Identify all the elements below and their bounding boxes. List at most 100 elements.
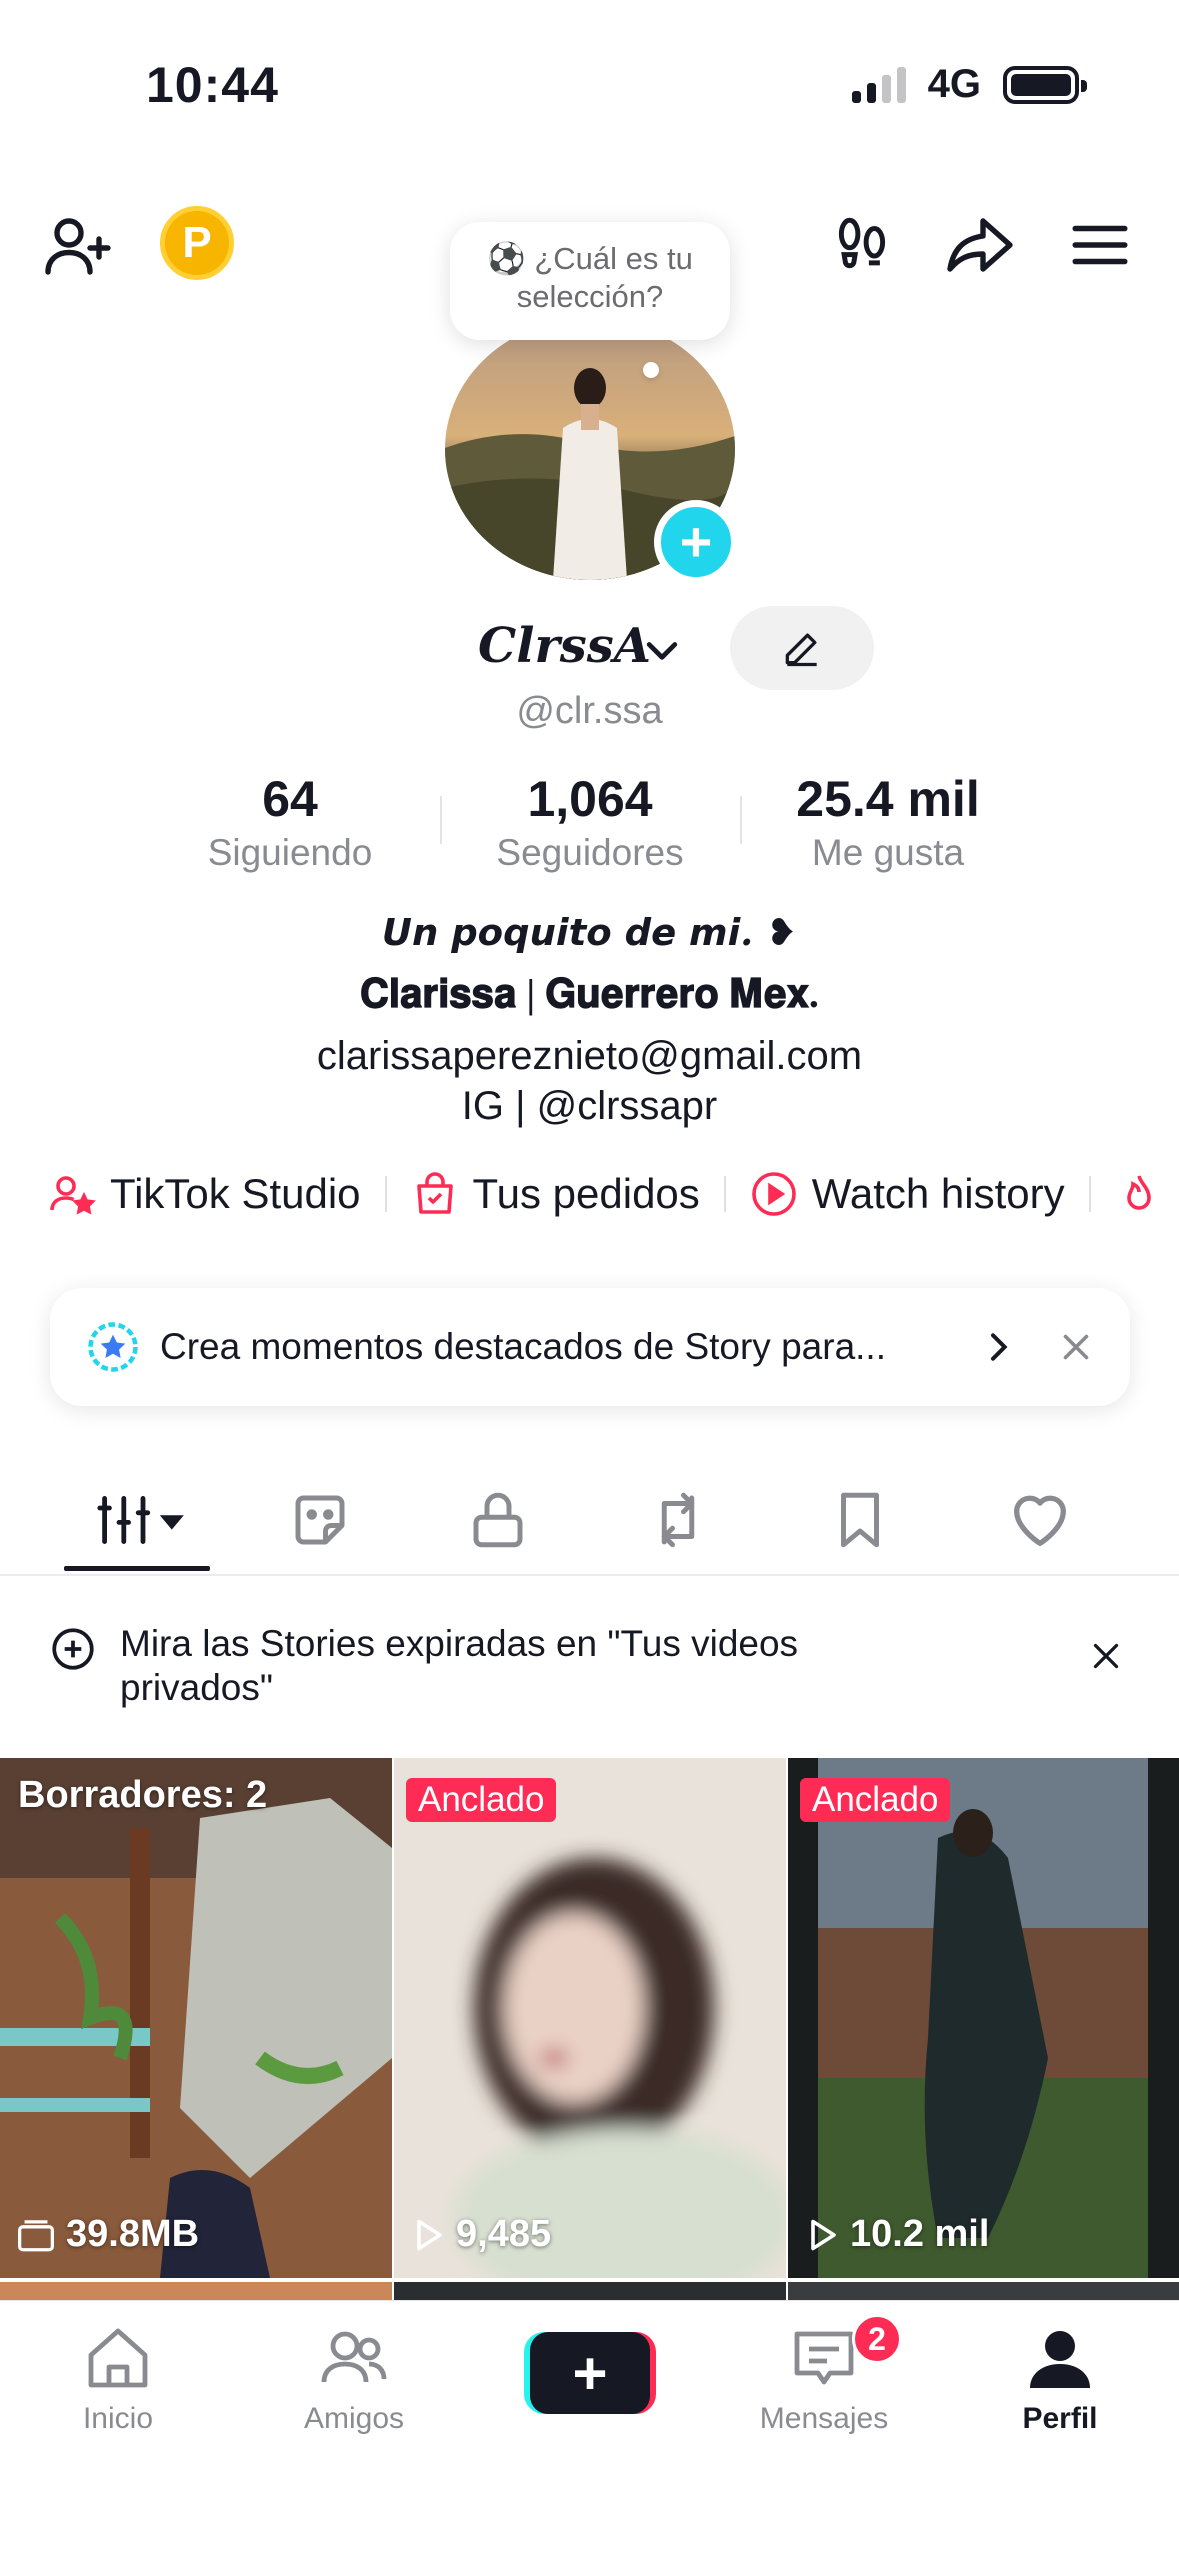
note-bubble[interactable]: ⚽ ¿Cuál es tu selección? [450, 222, 730, 340]
tab-favorites[interactable] [810, 1480, 910, 1560]
orders-label: Tus pedidos [472, 1170, 700, 1217]
close-icon [1093, 1643, 1119, 1669]
following-stat[interactable]: 64 Siguiendo [160, 770, 420, 874]
account-switcher-button[interactable] [640, 628, 684, 677]
video-thumbnail [788, 1758, 1179, 2278]
orders-link[interactable]: Tus pedidos [411, 1170, 700, 1218]
likes-label: Me gusta [811, 832, 965, 873]
share-profile-button[interactable] [940, 205, 1020, 285]
coin-icon: P [182, 218, 212, 267]
add-story-button[interactable]: + [654, 500, 738, 584]
tab-stickers[interactable] [270, 1480, 370, 1560]
sticker-icon [295, 1495, 345, 1545]
status-time: 10:44 [146, 57, 279, 113]
tiktok-studio-label: TikTok Studio [110, 1170, 361, 1217]
tiktok-studio-link[interactable]: TikTok Studio [48, 1170, 361, 1218]
bookmark-icon [841, 1492, 879, 1548]
drafts-size-value: 39.8MB [66, 2213, 200, 2255]
video-thumbnail [394, 1758, 786, 2278]
more-link[interactable] [1115, 1170, 1163, 1218]
bio-line-2: 𝐂𝐥𝐚𝐫𝐢𝐬𝐬𝐚 | 𝐆𝐮𝐞𝐫𝐫𝐞𝐫𝐨 𝐌𝐞𝐱. [360, 971, 819, 1016]
signal-icon [851, 66, 906, 103]
shopping-bag-icon [416, 1172, 453, 1214]
home-icon [88, 2328, 148, 2388]
share-icon [947, 218, 1013, 272]
watch-history-label: Watch history [811, 1170, 1065, 1217]
pencil-icon [785, 633, 817, 667]
tab-reposts[interactable] [628, 1480, 728, 1560]
notice-close-button[interactable] [1088, 1638, 1124, 1679]
video-tile[interactable]: Anclado 10.2 mil [788, 1758, 1179, 2278]
pinned-badge: Anclado [800, 1778, 951, 1822]
grid-filter-icon [97, 1496, 184, 1545]
menu-button[interactable] [1060, 205, 1140, 285]
tab-private[interactable] [448, 1480, 548, 1560]
followers-stat[interactable]: 1,064 Seguidores [460, 770, 720, 874]
tab-liked[interactable] [990, 1480, 1090, 1560]
star-badge-icon [88, 1322, 138, 1372]
view-count-value: 10.2 mil [850, 2213, 990, 2255]
battery-icon [1003, 65, 1087, 104]
followers-label: Seguidores [496, 832, 684, 873]
add-friend-button[interactable] [38, 205, 118, 285]
following-label: Siguiendo [207, 832, 373, 873]
following-count: 64 [262, 771, 318, 827]
drafts-thumbnail [0, 1758, 392, 2278]
bio-line-1: 𝙐𝙣 𝙥𝙤𝙦𝙪𝙞𝙩𝙤 𝙙𝙚 𝙢𝙞. ❥ [381, 910, 798, 954]
view-count: 10.2 mil [804, 2213, 989, 2256]
lock-icon [473, 1492, 523, 1548]
drafts-label: Borradores: 2 [18, 1774, 268, 1816]
nav-home[interactable]: Inicio [28, 2322, 208, 2436]
profile-icon [1030, 2331, 1090, 2388]
chevron-down-icon [646, 642, 678, 660]
tab-videos[interactable] [88, 1480, 198, 1560]
close-icon[interactable] [1058, 1329, 1094, 1365]
quick-links: TikTok Studio Tus pedidos Watch history [48, 1170, 1163, 1218]
pinned-badge: Anclado [406, 1778, 557, 1822]
person-star-icon [50, 1176, 96, 1215]
note-line-2: selección? [516, 279, 664, 314]
bio-email: clarissapereznieto@gmail.com [316, 1034, 863, 1078]
play-icon [811, 2219, 836, 2250]
nav-profile[interactable]: Perfil [970, 2322, 1150, 2436]
friends-icon [321, 2331, 387, 2383]
link-divider [384, 1176, 387, 1212]
expired-stories-notice[interactable]: Mira las Stories expiradas en "Tus video… [48, 1622, 1148, 1710]
play-icon [417, 2219, 442, 2250]
nav-messages-label: Mensajes [759, 2402, 889, 2435]
create-button[interactable]: + [524, 2332, 656, 2414]
drafts-tile[interactable]: Borradores: 2 39.8MB [0, 1758, 392, 2278]
nav-friends[interactable]: Amigos [264, 2322, 444, 2436]
link-divider [723, 1176, 726, 1212]
profile-views-button[interactable] [822, 205, 902, 285]
username: @clr.ssa [516, 690, 663, 732]
repost-icon [661, 1492, 695, 1548]
link-divider [1088, 1176, 1091, 1212]
watch-history-link[interactable]: Watch history [750, 1170, 1065, 1218]
display-name[interactable]: ClrssA [478, 618, 651, 674]
coins-button[interactable]: P [160, 206, 234, 280]
likes-count: 25.4 mil [796, 771, 980, 827]
story-highlights-banner[interactable]: Crea momentos destacados de Story para..… [50, 1288, 1130, 1406]
view-count-value: 9,485 [456, 2213, 552, 2255]
hamburger-icon [1072, 225, 1128, 265]
heart-icon [1014, 1495, 1066, 1546]
view-count: 9,485 [410, 2213, 551, 2256]
edit-profile-button[interactable] [730, 606, 874, 690]
drafts-size: 39.8MB [16, 2213, 199, 2256]
flame-icon [1126, 1175, 1151, 1210]
notice-text: Mira las Stories expiradas en "Tus video… [120, 1623, 799, 1708]
plus-icon: + [679, 510, 713, 573]
note-line-1: ⚽ ¿Cuál es tu [487, 241, 693, 276]
active-tab-indicator [64, 1566, 210, 1571]
tab-divider [0, 1574, 1179, 1576]
video-tile[interactable]: Anclado 9,485 [394, 1758, 786, 2278]
nav-home-label: Inicio [82, 2402, 154, 2435]
chevron-right-icon[interactable] [978, 1327, 1018, 1367]
unread-badge: 2 [852, 2314, 902, 2364]
likes-stat[interactable]: 25.4 mil Me gusta [758, 770, 1018, 874]
story-banner-text: Crea momentos destacados de Story para..… [160, 1326, 886, 1367]
status-indicators: 4G [851, 62, 1087, 107]
stat-divider [440, 796, 442, 844]
followers-count: 1,064 [527, 771, 653, 827]
